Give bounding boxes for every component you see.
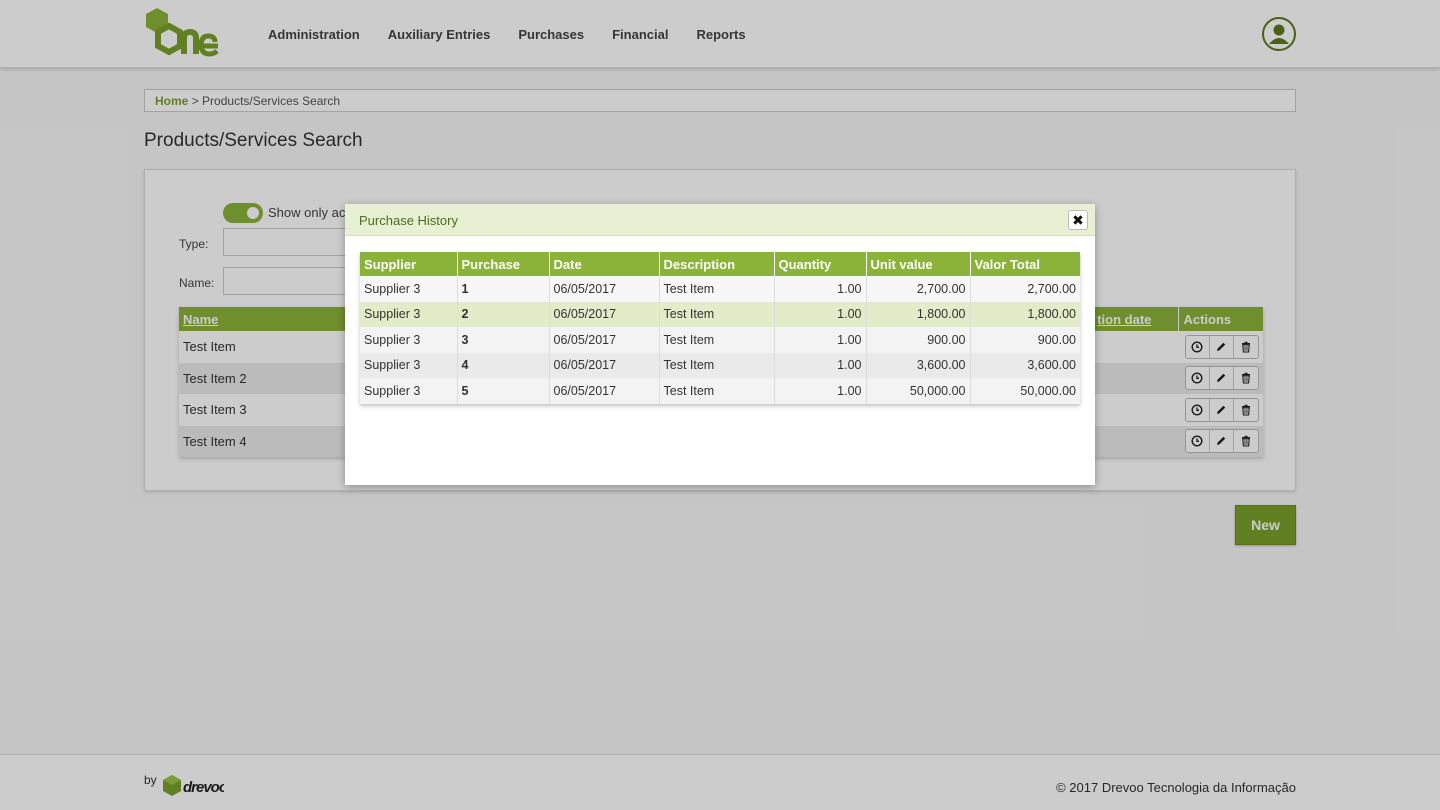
purchase-history-modal: Purchase History ✖ Supplier Purchase Dat… [345,204,1095,485]
column-header-unit-value: Unit value [866,252,971,276]
cell-purchase-link[interactable]: 5 [457,378,550,404]
table-row: Supplier 3 4 06/05/2017 Test Item 1.00 3… [360,352,1080,378]
cell-unit-value: 50,000.00 [866,378,971,404]
cell-unit-value: 1,800.00 [866,301,971,327]
cell-valor-total: 3,600.00 [970,352,1080,378]
cell-valor-total: 900.00 [970,327,1080,353]
modal-header: Purchase History ✖ [345,204,1095,236]
table-row: Supplier 3 2 06/05/2017 Test Item 1.00 1… [360,301,1080,327]
cell-unit-value: 900.00 [866,327,971,353]
cell-purchase-link[interactable]: 1 [457,276,550,302]
close-icon[interactable]: ✖ [1068,210,1088,230]
column-header-quantity: Quantity [774,252,867,276]
modal-title: Purchase History [359,213,458,228]
cell-quantity: 1.00 [774,327,867,353]
cell-unit-value: 2,700.00 [866,276,971,302]
cell-date: 06/05/2017 [549,276,660,302]
cell-description: Test Item [659,327,775,353]
cell-supplier: Supplier 3 [360,276,458,302]
table-row: Supplier 3 5 06/05/2017 Test Item 1.00 5… [360,378,1080,404]
cell-supplier: Supplier 3 [360,352,458,378]
column-header-valor-total: Valor Total [970,252,1080,276]
cell-quantity: 1.00 [774,276,867,302]
cell-description: Test Item [659,378,775,404]
cell-date: 06/05/2017 [549,378,660,404]
table-row: Supplier 3 1 06/05/2017 Test Item 1.00 2… [360,276,1080,302]
cell-quantity: 1.00 [774,352,867,378]
cell-valor-total: 2,700.00 [970,276,1080,302]
cell-supplier: Supplier 3 [360,378,458,404]
cell-supplier: Supplier 3 [360,301,458,327]
cell-description: Test Item [659,352,775,378]
cell-unit-value: 3,600.00 [866,352,971,378]
cell-date: 06/05/2017 [549,352,660,378]
cell-description: Test Item [659,276,775,302]
column-header-description: Description [659,252,775,276]
cell-purchase-link[interactable]: 3 [457,327,550,353]
cell-quantity: 1.00 [774,301,867,327]
table-row: Supplier 3 3 06/05/2017 Test Item 1.00 9… [360,327,1080,353]
cell-description: Test Item [659,301,775,327]
cell-valor-total: 1,800.00 [970,301,1080,327]
cell-quantity: 1.00 [774,378,867,404]
purchase-history-table: Supplier Purchase Date Description Quant… [360,252,1080,404]
column-header-supplier: Supplier [360,252,458,276]
cell-date: 06/05/2017 [549,327,660,353]
column-header-purchase: Purchase [457,252,550,276]
cell-purchase-link[interactable]: 4 [457,352,550,378]
cell-supplier: Supplier 3 [360,327,458,353]
cell-date: 06/05/2017 [549,301,660,327]
cell-purchase-link[interactable]: 2 [457,301,550,327]
column-header-date: Date [549,252,660,276]
cell-valor-total: 50,000.00 [970,378,1080,404]
